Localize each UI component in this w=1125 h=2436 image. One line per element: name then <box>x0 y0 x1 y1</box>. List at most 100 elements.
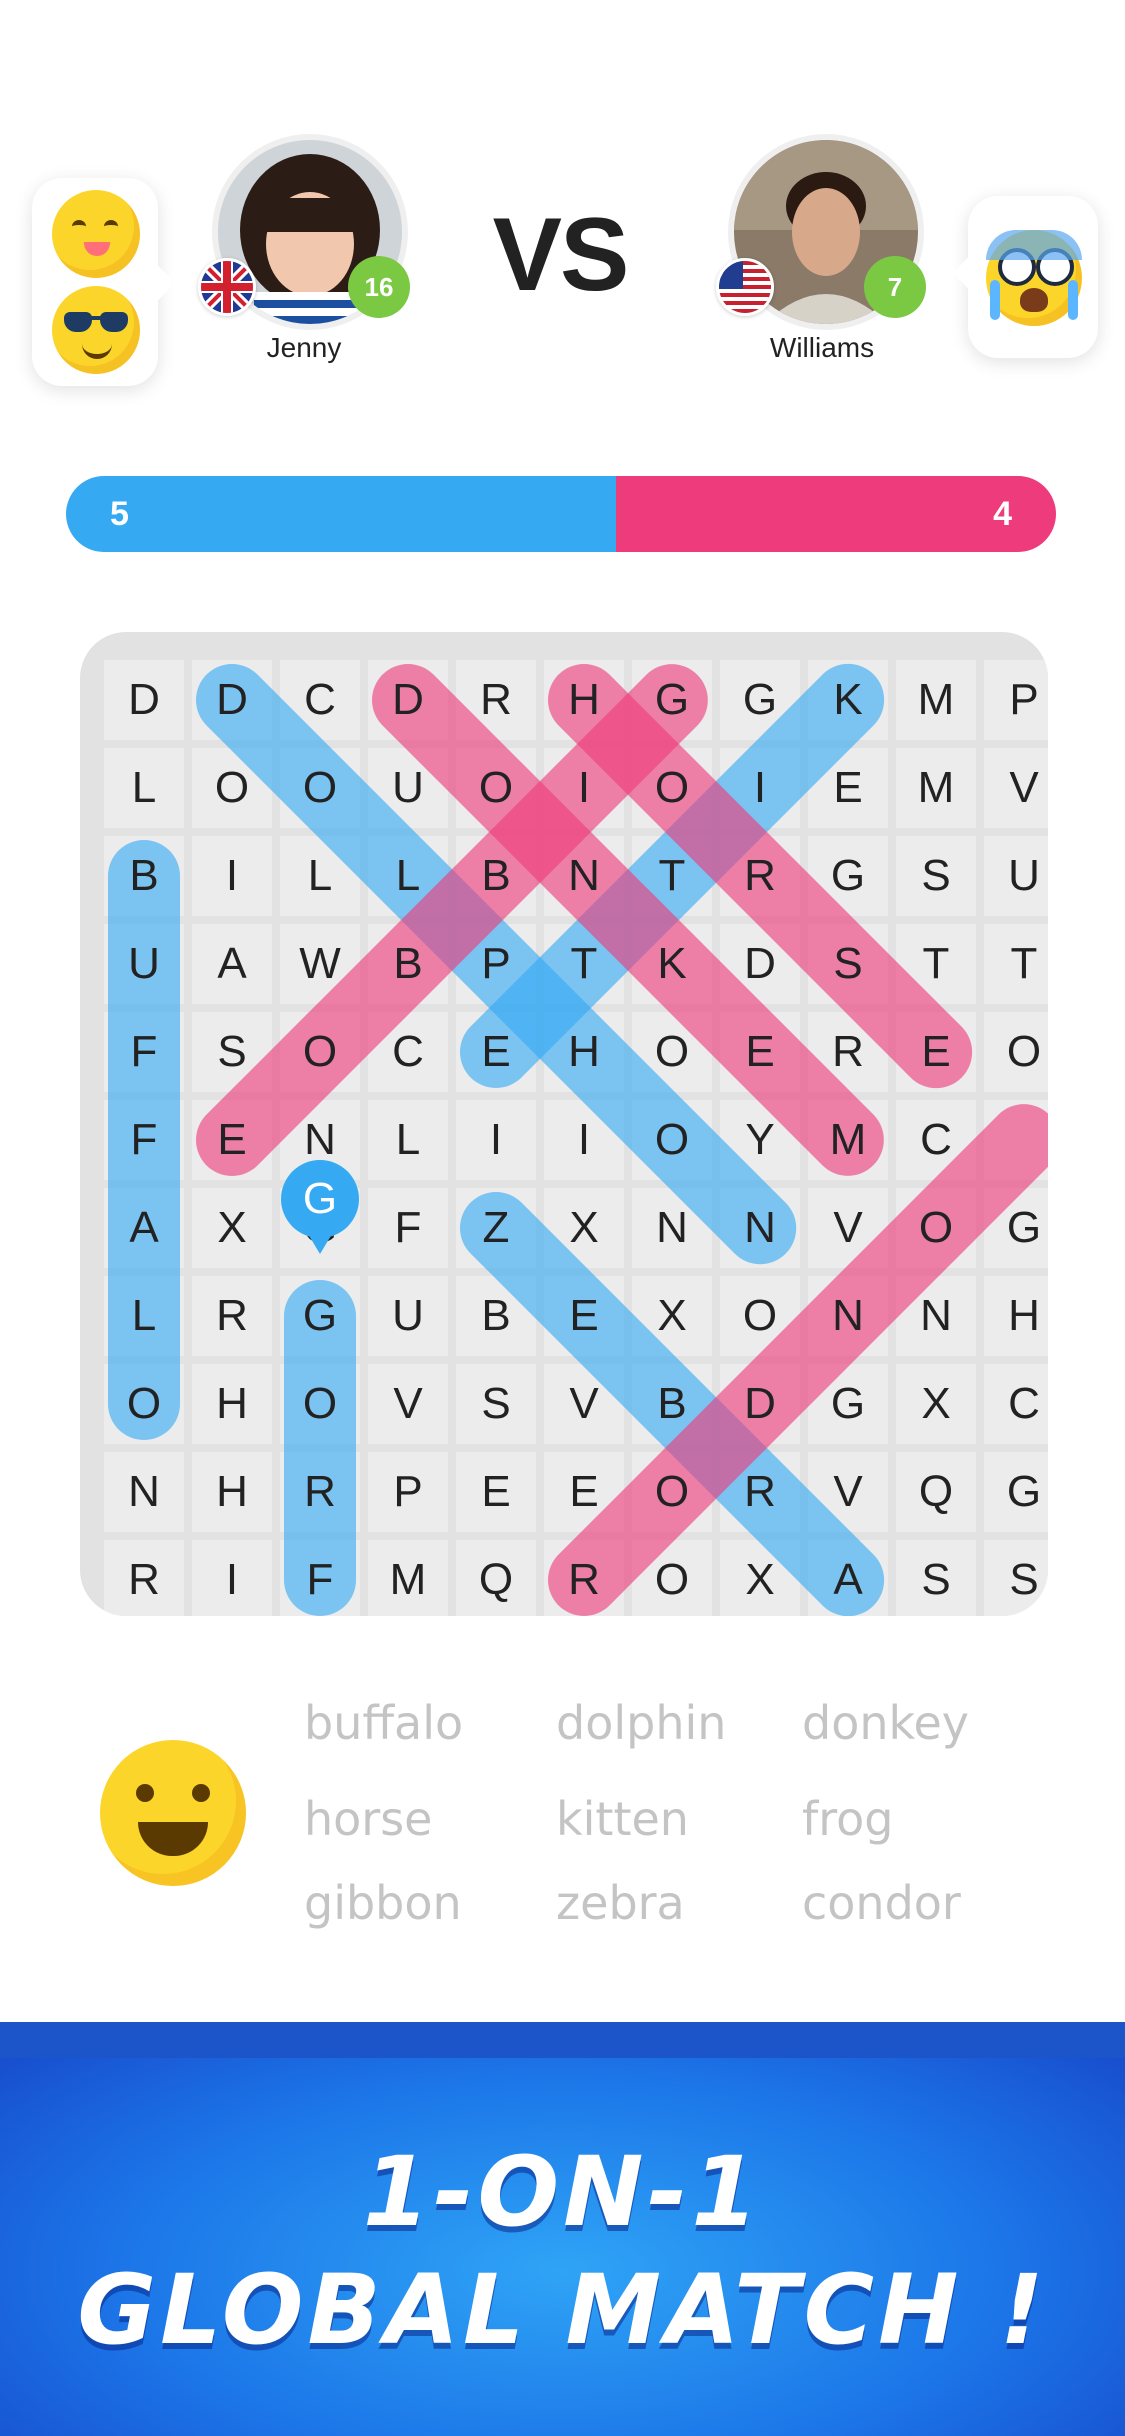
grid-cell[interactable]: I <box>192 1540 272 1616</box>
us-flag-icon <box>716 258 774 316</box>
grid-letter: L <box>307 851 333 900</box>
grid-cell[interactable]: U <box>368 1276 448 1356</box>
grid-cell[interactable]: A <box>192 924 272 1004</box>
grid-cell[interactable]: S <box>896 1540 976 1616</box>
grid-cell[interactable]: X <box>896 1364 976 1444</box>
yummy-face-icon[interactable] <box>52 190 140 278</box>
grid-cell[interactable]: C <box>984 1364 1048 1444</box>
grid-letter: X <box>657 1291 687 1340</box>
grid-letter: K <box>833 675 863 724</box>
grid-letter: R <box>744 1467 776 1516</box>
grid-letter: B <box>481 851 511 900</box>
grid-letter: A <box>129 1203 159 1252</box>
grid-letter: L <box>131 763 157 812</box>
grid-letter: P <box>393 1467 423 1516</box>
grid-letter: L <box>395 851 421 900</box>
grid-cell[interactable]: P <box>984 660 1048 740</box>
grid-cell[interactable]: I <box>456 1100 536 1180</box>
grid-letter: M <box>917 675 955 724</box>
grid-letter: H <box>216 1467 248 1516</box>
grid-cell[interactable]: G <box>984 1452 1048 1532</box>
grid-cell[interactable]: H <box>192 1364 272 1444</box>
grid-cell[interactable]: R <box>104 1540 184 1616</box>
cool-sunglasses-face-icon[interactable] <box>52 286 140 374</box>
grid-letter: G <box>302 1291 338 1340</box>
grid-letter: V <box>1009 763 1039 812</box>
target-word: zebra <box>556 1876 685 1930</box>
grid-cell[interactable]: S <box>984 1540 1048 1616</box>
grid-cell[interactable]: X <box>192 1188 272 1268</box>
smiling-face-icon[interactable] <box>100 1740 246 1886</box>
grid-cell[interactable]: L <box>368 1100 448 1180</box>
current-letter-pin-tail <box>308 1234 332 1254</box>
grid-letter: I <box>753 763 767 812</box>
grid-letter: C <box>1008 1379 1040 1428</box>
grid-letter: O <box>302 1027 338 1076</box>
grid-letter: O <box>654 763 690 812</box>
grid-letter: U <box>1008 851 1040 900</box>
grid-letter: B <box>481 1291 511 1340</box>
grid-letter: F <box>130 1027 158 1076</box>
grid-letter: V <box>833 1467 863 1516</box>
uk-flag-icon <box>198 258 256 316</box>
grid-letter: G <box>830 851 866 900</box>
target-word: donkey <box>802 1696 970 1750</box>
grid-letter: H <box>216 1379 248 1428</box>
grid-letter: U <box>392 1291 424 1340</box>
grid-letter: H <box>1008 1291 1040 1340</box>
grid-cell[interactable]: V <box>368 1364 448 1444</box>
score-bar-left: 5 <box>66 476 617 552</box>
player-right-level-badge: 7 <box>864 256 926 318</box>
word-search-grid[interactable]: DDCDRHGGKMPLOOUOIOIEMVBILLBNTRGSUUAWBPTK… <box>80 632 1048 1616</box>
grid-cell[interactable]: O <box>984 1012 1048 1092</box>
grid-letter: W <box>299 939 341 988</box>
grid-cell[interactable]: P <box>368 1452 448 1532</box>
grid-letter: G <box>1006 1467 1042 1516</box>
grid-letter: I <box>489 1115 503 1164</box>
target-word: kitten <box>556 1792 689 1846</box>
grid-cell[interactable]: S <box>896 836 976 916</box>
grid-letter: N <box>920 1291 952 1340</box>
grid-cell[interactable]: H <box>984 1276 1048 1356</box>
grid-letter: H <box>568 1027 600 1076</box>
score-bar: 5 4 <box>66 476 1056 552</box>
grid-cell[interactable]: F <box>368 1188 448 1268</box>
grid-letter: Y <box>745 1115 775 1164</box>
grid-cell[interactable]: S <box>456 1364 536 1444</box>
grid-letter: O <box>302 763 338 812</box>
grid-letter: V <box>393 1379 423 1428</box>
grid-letter: G <box>654 675 690 724</box>
grid-letter: N <box>304 1115 336 1164</box>
grid-letter: R <box>304 1467 336 1516</box>
grid-letter: D <box>128 675 160 724</box>
grid-letter: F <box>394 1203 422 1252</box>
grid-cell[interactable]: D <box>104 660 184 740</box>
banner-line-1: 1-ON-1 <box>362 2136 763 2248</box>
grid-cell[interactable]: H <box>192 1452 272 1532</box>
grid-letter: X <box>921 1379 951 1428</box>
grid-cell[interactable]: V <box>984 748 1048 828</box>
grid-cell[interactable]: Q <box>456 1540 536 1616</box>
grid-cell[interactable]: M <box>896 660 976 740</box>
grid-letter: C <box>920 1115 952 1164</box>
grid-letter: S <box>481 1379 511 1428</box>
grid-cell[interactable]: I <box>192 836 272 916</box>
grid-letter: E <box>569 1291 599 1340</box>
grid-cell[interactable]: R <box>192 1276 272 1356</box>
grid-letter: C <box>392 1027 424 1076</box>
grid-cell[interactable]: M <box>896 748 976 828</box>
grid-cell[interactable]: M <box>368 1540 448 1616</box>
grid-cell[interactable]: L <box>104 748 184 828</box>
fearful-crying-face-icon[interactable] <box>986 230 1082 326</box>
left-emoji-bubble <box>32 178 176 386</box>
grid-cell[interactable]: T <box>984 924 1048 1004</box>
grid-cell[interactable]: E <box>456 1452 536 1532</box>
grid-cell[interactable]: N <box>104 1452 184 1532</box>
grid-letter: E <box>833 763 863 812</box>
grid-letter: R <box>480 675 512 724</box>
grid-letter: P <box>481 939 511 988</box>
grid-letter: B <box>657 1379 687 1428</box>
grid-cell[interactable]: U <box>984 836 1048 916</box>
grid-cell[interactable]: Q <box>896 1452 976 1532</box>
grid-letter: O <box>302 1379 338 1428</box>
